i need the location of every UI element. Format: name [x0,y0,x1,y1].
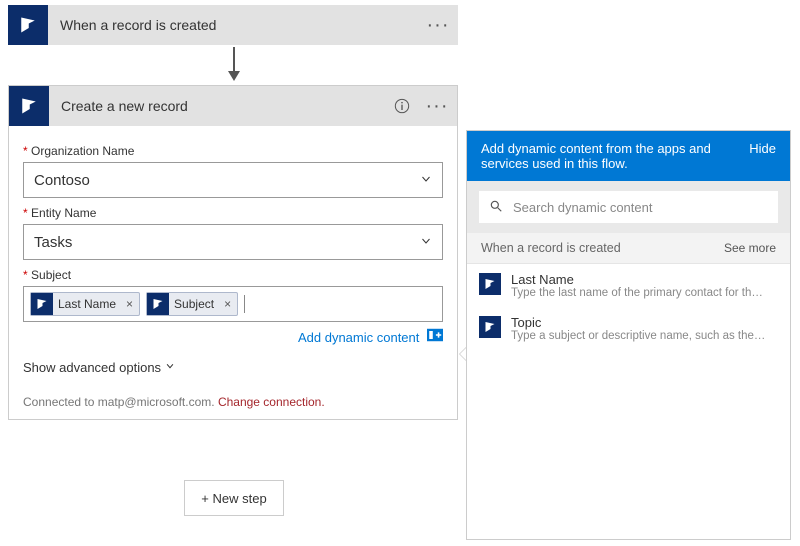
chevron-down-icon [165,361,175,374]
dynamic-content-panel: Add dynamic content from the apps and se… [466,130,791,540]
entity-label: * Entity Name [23,206,443,220]
new-step-button[interactable]: + New step [184,480,284,516]
dynamics-icon [31,293,53,315]
see-more-link[interactable]: See more [724,241,776,255]
trigger-title: When a record is created [48,17,418,33]
token-subject: Subject × [146,292,238,316]
action-more-button[interactable]: ··· [417,86,457,126]
dynamic-search-input[interactable] [479,191,778,223]
entity-select[interactable]: Tasks [23,224,443,260]
dynamic-section-header: When a record is created See more [467,233,790,264]
dynamic-panel-title: Add dynamic content from the apps and se… [481,141,739,171]
connector-arrow-icon [222,45,246,85]
chevron-down-icon [420,173,432,188]
org-select[interactable]: Contoso [23,162,443,198]
connection-info: Connected to matp@microsoft.com. Change … [23,395,443,409]
entity-value: Tasks [34,234,72,251]
org-value: Contoso [34,172,90,189]
token-remove-icon[interactable]: × [120,297,139,311]
trigger-card[interactable]: When a record is created ··· [8,5,458,45]
token-label: Last Name [58,297,120,311]
subject-input[interactable]: Last Name × Subject × [23,286,443,322]
token-remove-icon[interactable]: × [218,297,237,311]
subject-label: * Subject [23,268,443,282]
show-advanced-options[interactable]: Show advanced options [23,360,443,375]
chevron-down-icon [420,235,432,250]
dynamic-item-desc: Type the last name of the primary contac… [511,287,766,299]
action-card: Create a new record ··· * Organization N… [8,85,458,420]
info-icon[interactable] [387,86,417,126]
dynamic-item-title: Topic [511,315,766,330]
dynamic-item-topic[interactable]: Topic Type a subject or descriptive name… [467,307,790,350]
hide-link[interactable]: Hide [749,141,776,156]
dynamic-item-last-name[interactable]: Last Name Type the last name of the prim… [467,264,790,307]
dynamic-item-title: Last Name [511,272,766,287]
org-label: * Organization Name [23,144,443,158]
trigger-more-button[interactable]: ··· [418,5,458,45]
action-header[interactable]: Create a new record ··· [9,86,457,126]
dynamic-search-field[interactable] [511,199,768,216]
search-icon [489,199,503,216]
dynamic-panel-header: Add dynamic content from the apps and se… [467,131,790,181]
token-label: Subject [174,297,218,311]
dynamic-item-desc: Type a subject or descriptive name, such… [511,330,766,342]
token-last-name: Last Name × [30,292,140,316]
dynamic-content-badge-icon[interactable] [427,328,443,345]
dynamics-icon [147,293,169,315]
dynamics-icon [8,5,48,45]
dynamics-icon [479,316,501,338]
action-title: Create a new record [49,98,387,114]
dynamic-section-title: When a record is created [481,241,621,255]
text-cursor [244,295,245,313]
dynamics-icon [479,273,501,295]
change-connection-link[interactable]: Change connection. [218,395,325,409]
add-dynamic-content-link[interactable]: Add dynamic content [298,330,419,345]
dynamics-icon [9,86,49,126]
